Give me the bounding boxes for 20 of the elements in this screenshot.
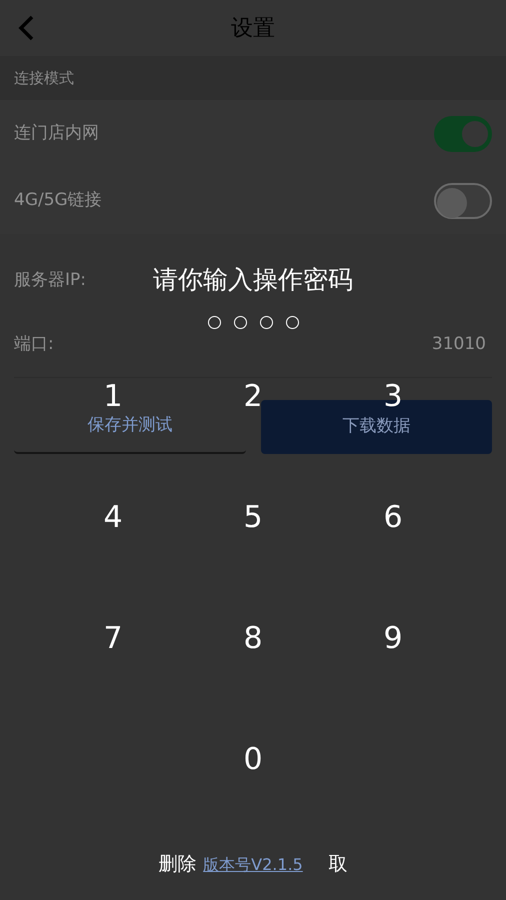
field-value: 31010 — [432, 333, 487, 356]
section-header: 连接模式 — [0, 56, 506, 100]
cancel-button[interactable]: 取 — [328, 850, 348, 878]
setting-label: 4G/5G链接 — [14, 188, 102, 212]
field-label: 服务器IP: — [14, 268, 86, 292]
version-link[interactable]: 版本号V2.1.5 — [203, 853, 303, 877]
delete-button[interactable]: 删除 — [158, 850, 196, 878]
passcode-title: 请你输入操作密码 — [153, 264, 353, 296]
keypad-key[interactable]: 7 — [97, 616, 129, 661]
keypad-key[interactable]: 0 — [237, 737, 269, 782]
setting-label: 连门店内网 — [14, 122, 99, 145]
keypad-key[interactable]: 4 — [97, 495, 129, 540]
keypad-key[interactable]: 5 — [237, 495, 269, 540]
keypad-key[interactable]: 8 — [237, 616, 269, 661]
back-icon[interactable] — [16, 14, 36, 42]
toggle-switch[interactable] — [434, 116, 492, 152]
field-label: 端口: — [14, 333, 54, 356]
toggle-switch[interactable] — [434, 182, 492, 218]
keypad-key[interactable]: 9 — [377, 616, 409, 661]
keypad-key[interactable]: 6 — [377, 495, 409, 540]
